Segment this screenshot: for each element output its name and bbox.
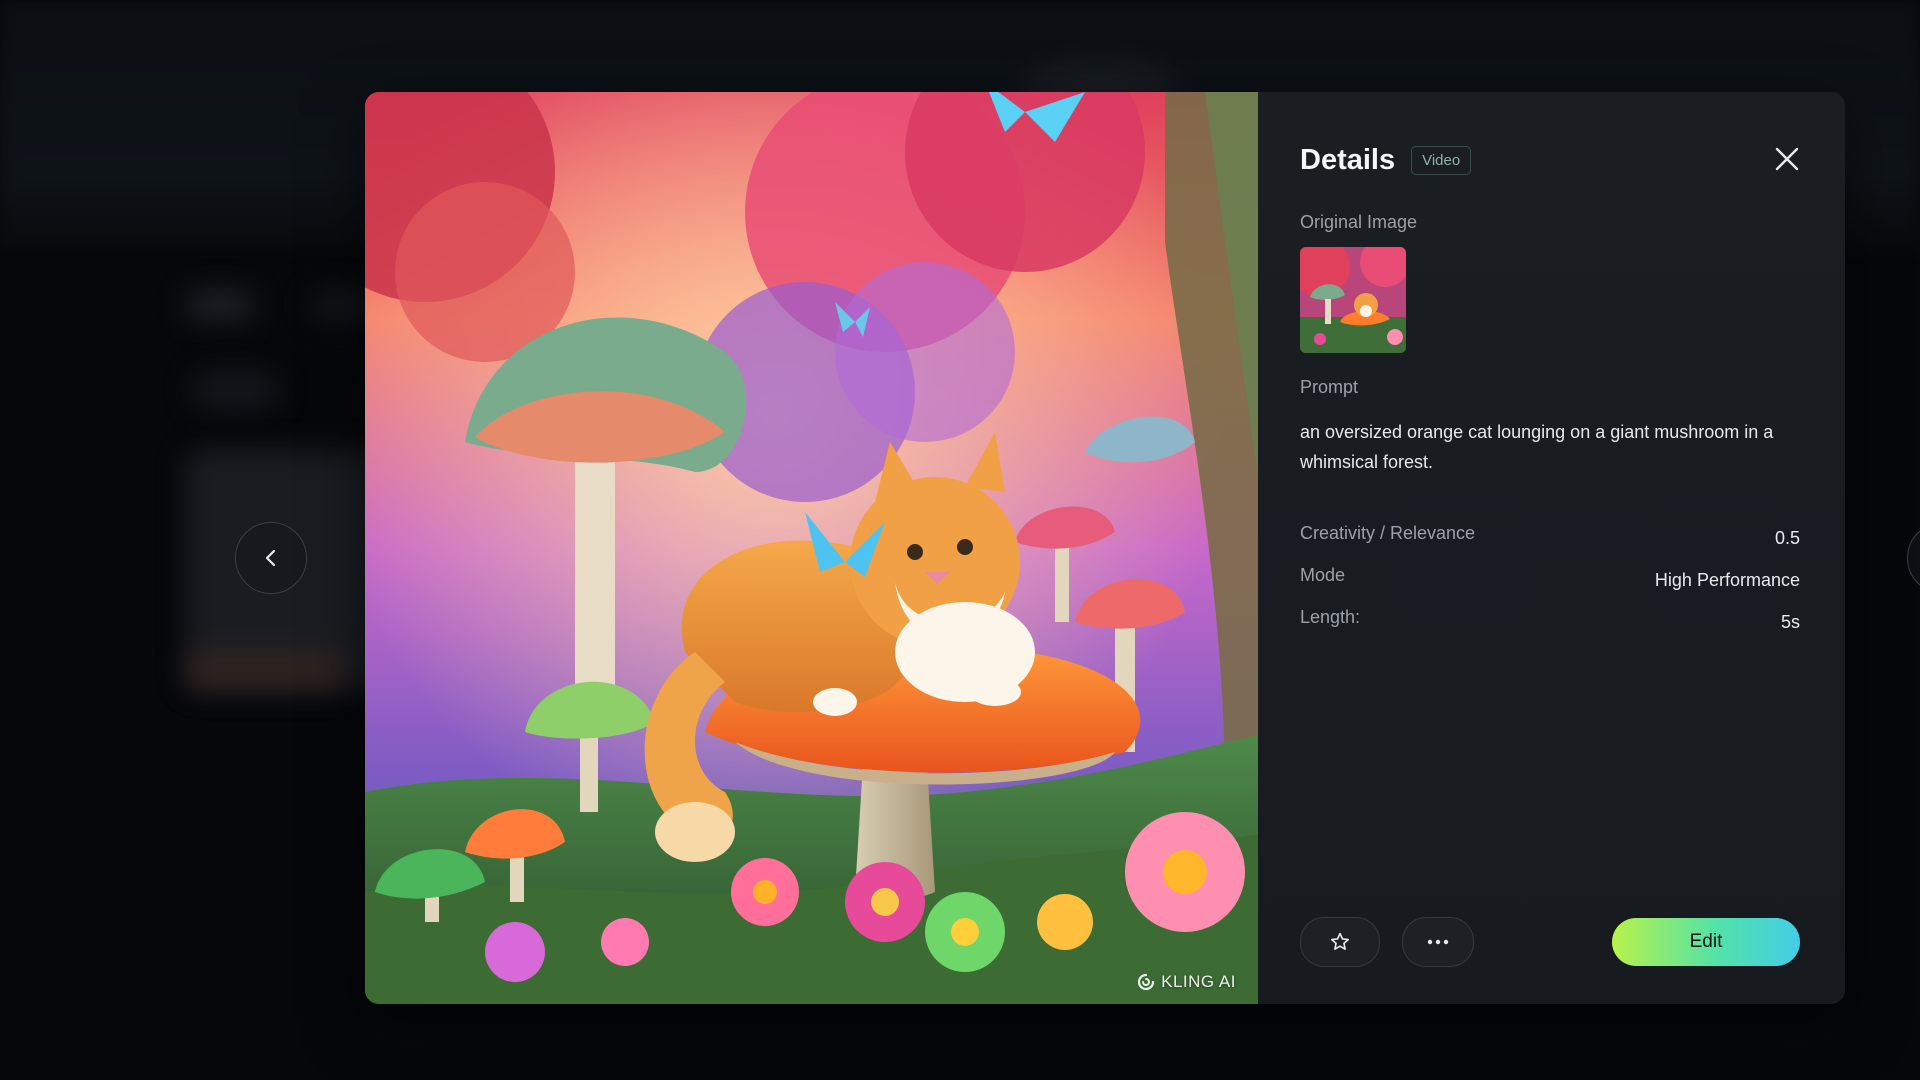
watermark-text: KLING AI [1161, 972, 1236, 991]
chevron-left-icon [265, 549, 276, 567]
edit-button[interactable]: Edit [1612, 918, 1800, 966]
prompt-label: Prompt [1300, 377, 1359, 397]
param-mode: Mode High Performance [1300, 565, 1800, 607]
kling-logo-icon [1138, 973, 1155, 991]
param-creativity: Creativity / Relevance 0.5 [1300, 523, 1800, 565]
param-label: Creativity / Relevance [1300, 523, 1476, 543]
star-icon [1330, 932, 1350, 950]
background-card-footer [185, 650, 345, 690]
details-header: Details Video [1300, 140, 1800, 180]
param-label: Mode [1300, 565, 1346, 585]
previous-button[interactable] [235, 522, 307, 594]
details-title: Details [1300, 143, 1396, 176]
prompt-text: an oversized orange cat lounging on a gi… [1300, 422, 1774, 472]
param-value: 0.5 [1774, 528, 1800, 548]
param-value: High Performance [1654, 570, 1800, 590]
param-label: Length: [1300, 607, 1361, 627]
background-tab [185, 290, 255, 320]
more-icon [1427, 939, 1449, 945]
media-preview: KLING AI [365, 92, 1258, 1004]
details-panel: Details Video Original Image Prompt an o… [1258, 92, 1845, 1004]
param-length: Length: 5s [1300, 607, 1800, 649]
original-image-label: Original Image [1300, 212, 1418, 232]
kling-ai-watermark: KLING AI [1137, 972, 1236, 992]
param-value: 5s [1780, 612, 1800, 632]
details-modal: KLING AI Details Video Original Image Pr… [365, 92, 1845, 1004]
thumbnail-image [1300, 247, 1406, 353]
generation-params: Creativity / Relevance 0.5 Mode High Per… [1300, 523, 1800, 649]
favorite-button[interactable] [1300, 917, 1380, 967]
close-icon[interactable] [1774, 146, 1800, 172]
original-image-thumbnail[interactable] [1300, 247, 1406, 353]
action-bar: Edit [1300, 917, 1800, 967]
background-pill [190, 370, 280, 410]
type-badge: Video [1411, 145, 1472, 175]
more-options-button[interactable] [1402, 917, 1474, 967]
generated-image [365, 92, 1258, 1004]
